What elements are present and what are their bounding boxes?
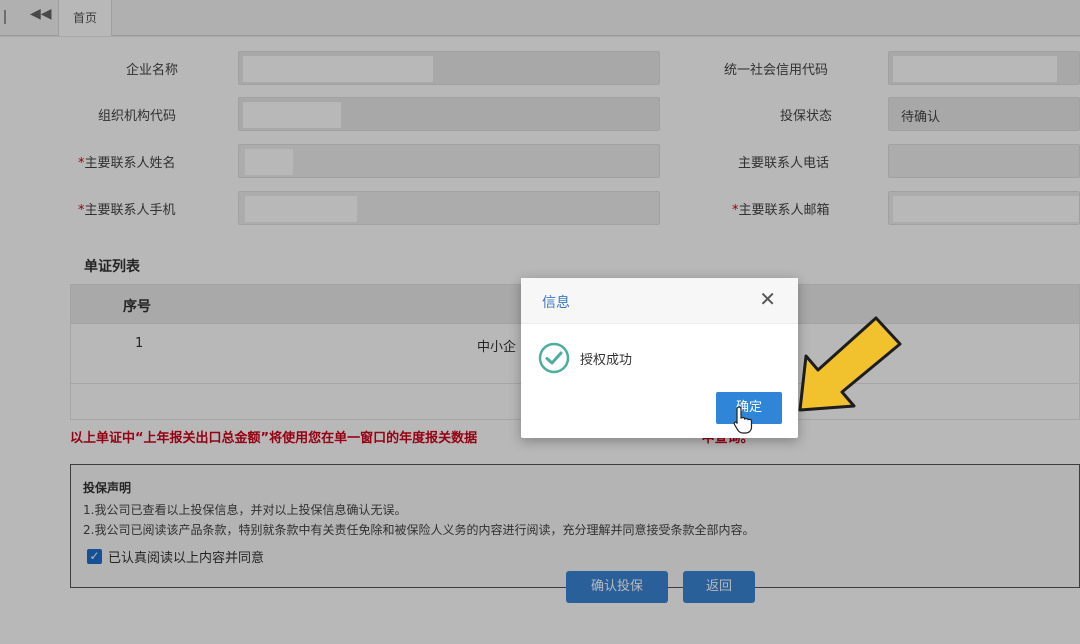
info-dialog: 信息 ✕ 授权成功 确定	[521, 278, 798, 438]
dialog-header: 信息 ✕	[521, 278, 798, 324]
close-icon[interactable]: ✕	[759, 289, 776, 309]
check-circle-icon	[538, 342, 570, 374]
dialog-message: 授权成功	[580, 353, 633, 368]
dialog-title: 信息	[542, 295, 570, 311]
hand-cursor-icon	[733, 406, 753, 434]
yellow-arrow-icon	[798, 316, 902, 412]
